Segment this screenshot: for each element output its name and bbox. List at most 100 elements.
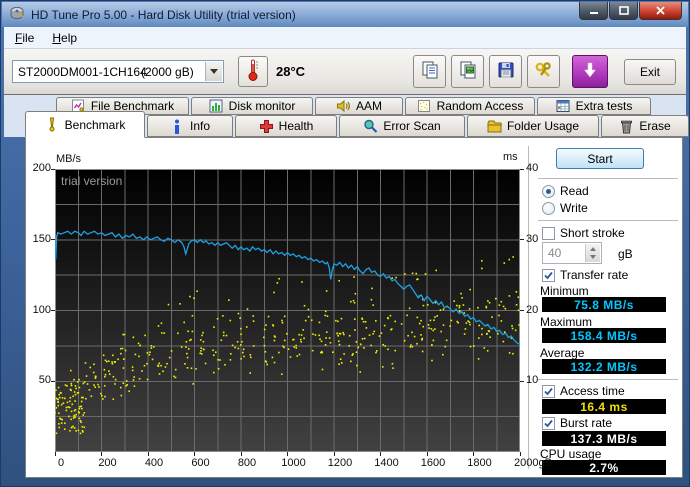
y-tick-label-left: 50 <box>26 374 51 386</box>
chevron-down-icon[interactable] <box>205 62 222 81</box>
x-tick-label: 200 <box>88 457 128 469</box>
checkbox-icon <box>542 269 555 282</box>
temperature-value: 28°C <box>276 64 305 79</box>
maximize-button[interactable] <box>609 2 638 20</box>
update-button[interactable] <box>572 55 608 88</box>
start-button[interactable]: Start <box>556 148 644 169</box>
x-tick-label: 0 <box>41 457 81 469</box>
x-tick-mark <box>241 452 242 456</box>
tab-erase[interactable]: Erase <box>601 115 689 137</box>
transfer-rate-checkbox[interactable]: Transfer rate <box>542 268 628 282</box>
window-title: HD Tune Pro 5.00 - Hard Disk Utility (tr… <box>31 8 296 22</box>
app-window: HD Tune Pro 5.00 - Hard Disk Utility (tr… <box>0 0 690 487</box>
menu-file[interactable]: File <box>6 28 43 48</box>
copy-text-icon <box>420 60 440 83</box>
y-tick-label-left: 200 <box>26 162 51 174</box>
y-tick-label-right: 10 <box>526 374 538 386</box>
y-tick-mark <box>51 169 55 170</box>
x-tick-label: 1600 <box>413 457 453 469</box>
read-radio[interactable]: Read <box>542 184 589 198</box>
short-stroke-label: Short stroke <box>560 226 625 240</box>
x-tick-label: 800 <box>227 457 267 469</box>
wrench-icon <box>534 60 554 83</box>
x-tick-label: 400 <box>134 457 174 469</box>
menu-help[interactable]: Help <box>43 28 86 48</box>
start-button-label: Start <box>587 152 612 166</box>
short-stroke-size-input[interactable]: 40 <box>542 242 602 264</box>
access-time-checkbox[interactable]: Access time <box>542 384 625 398</box>
y-axis-unit-right: ms <box>503 151 518 163</box>
save-button[interactable] <box>489 55 522 88</box>
checkbox-icon <box>542 227 555 240</box>
copy-image-icon <box>458 60 478 83</box>
write-radio-label: Write <box>560 201 588 215</box>
menu-bar: File Help <box>4 27 686 49</box>
tab-strip: File Benchmark Disk monitor AAM Random A… <box>4 95 686 137</box>
thermometer-icon <box>246 58 260 85</box>
tab-benchmark[interactable]: Benchmark <box>25 111 145 138</box>
burst-rate-checkbox[interactable]: Burst rate <box>542 416 612 430</box>
x-tick-mark <box>148 452 149 456</box>
benchmark-icon <box>45 117 60 132</box>
y-tick-mark <box>51 239 55 240</box>
exit-button[interactable]: Exit <box>624 59 676 85</box>
radio-icon <box>542 185 555 198</box>
access-time-value: 16.4 ms <box>542 399 666 414</box>
y-tick-mark <box>51 310 55 311</box>
close-button[interactable] <box>639 2 682 20</box>
tab-health[interactable]: Health <box>235 115 337 137</box>
y-tick-mark <box>520 169 524 170</box>
x-tick-label: 1200 <box>320 457 360 469</box>
short-stroke-checkbox[interactable]: Short stroke <box>542 226 625 240</box>
info-icon <box>170 119 185 134</box>
x-tick-mark <box>473 452 474 456</box>
y-tick-label-right: 20 <box>526 304 538 316</box>
trash-icon <box>619 119 634 134</box>
tab-label: Health <box>279 119 314 133</box>
maximum-value: 158.4 MB/s <box>542 328 666 343</box>
maximum-label: Maximum <box>540 315 592 329</box>
separator <box>538 178 678 180</box>
tab-label: Erase <box>639 119 670 133</box>
minimum-value: 75.8 MB/s <box>542 297 666 312</box>
burst-rate-value: 137.3 MB/s <box>542 431 666 446</box>
temperature-button[interactable] <box>238 56 268 87</box>
write-radio[interactable]: Write <box>542 201 588 215</box>
save-icon <box>496 60 516 83</box>
separator <box>538 379 678 381</box>
benchmark-chart: trial version <box>55 169 520 452</box>
x-tick-label: 600 <box>181 457 221 469</box>
drive-select[interactable]: ST2000DM001-1CH164 (2000 gB) <box>12 60 224 83</box>
title-bar[interactable]: HD Tune Pro 5.00 - Hard Disk Utility (tr… <box>2 2 688 27</box>
x-tick-label: 1000 <box>274 457 314 469</box>
copy-image-button[interactable] <box>451 55 484 88</box>
minimize-button[interactable] <box>579 2 608 20</box>
x-tick-mark <box>287 452 288 456</box>
download-arrow-icon <box>582 61 598 82</box>
y-axis-unit-left: MB/s <box>56 153 81 165</box>
tab-info[interactable]: Info <box>147 115 233 137</box>
app-icon <box>9 5 25 24</box>
tab-label: Benchmark <box>65 118 126 132</box>
tab-label: Folder Usage <box>507 119 579 133</box>
y-tick-mark <box>520 239 524 240</box>
separator <box>538 220 678 222</box>
x-tick-mark <box>194 452 195 456</box>
y-tick-label-right: 30 <box>526 233 538 245</box>
cpu-usage-value: 2.7% <box>542 460 666 475</box>
benchmark-controls: Start Read Write Short stroke 40 gB <box>532 138 682 477</box>
tab-error-scan[interactable]: Error Scan <box>339 115 465 137</box>
tab-folder-usage[interactable]: Folder Usage <box>467 115 599 137</box>
x-tick-label: 1400 <box>367 457 407 469</box>
options-button[interactable] <box>527 55 560 88</box>
health-icon <box>259 119 274 134</box>
y-tick-label-left: 150 <box>26 233 51 245</box>
y-tick-mark <box>520 381 524 382</box>
copy-text-button[interactable] <box>413 55 446 88</box>
transfer-rate-label: Transfer rate <box>560 268 628 282</box>
spinner-arrows[interactable] <box>585 244 600 262</box>
toolbar: ST2000DM001-1CH164 (2000 gB) 28°C <box>4 49 686 95</box>
radio-icon <box>542 202 555 215</box>
tab-label: Error Scan <box>383 119 440 133</box>
average-label: Average <box>540 346 584 360</box>
